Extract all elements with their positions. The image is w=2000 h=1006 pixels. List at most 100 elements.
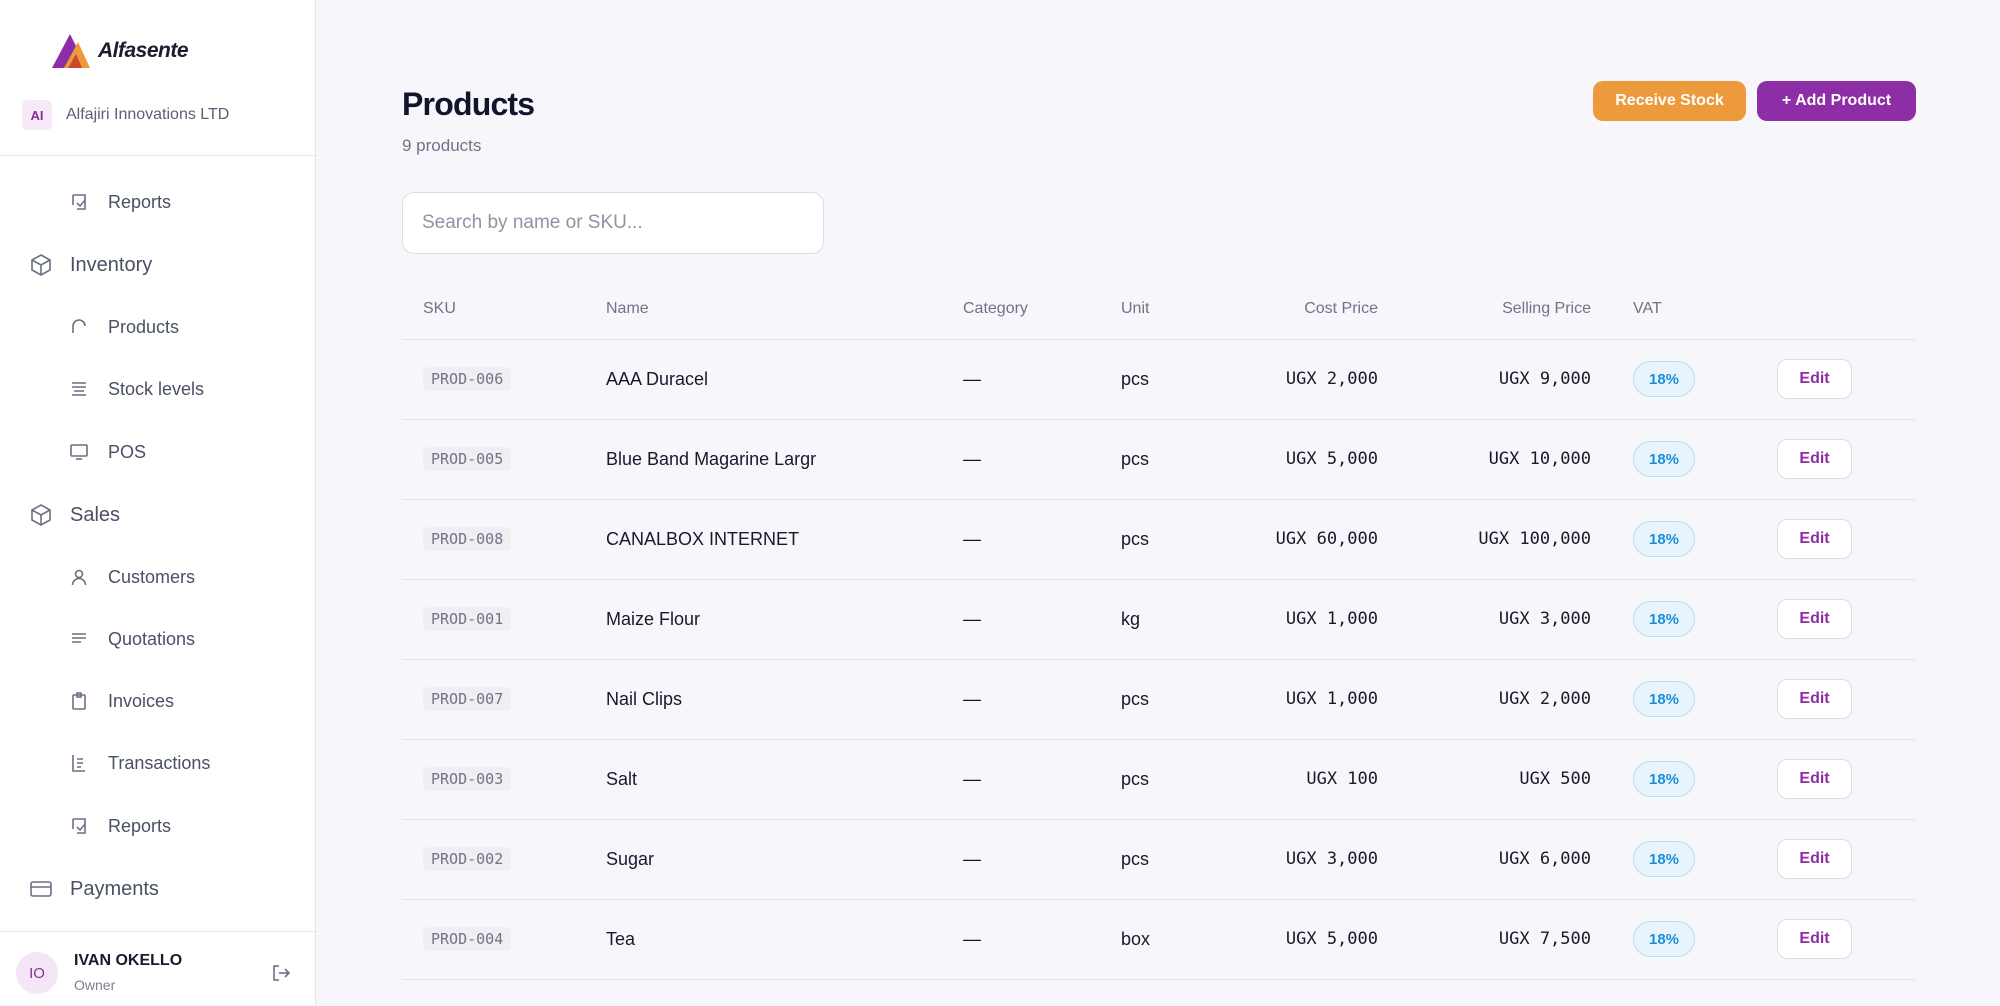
product-name: Blue Band Magarine Largr	[606, 449, 817, 469]
product-category: —	[963, 369, 981, 389]
sidebar-item-label: Quotations	[108, 628, 196, 649]
vat-badge: 18%	[1633, 921, 1695, 957]
selling-price: UGX 3,000	[1498, 609, 1591, 629]
product-name: AAA Duracel	[606, 369, 709, 389]
column-header-name[interactable]: Name	[606, 300, 649, 318]
cost-price: UGX 1,000	[1285, 689, 1378, 709]
product-category: —	[963, 769, 981, 789]
user-name: IVAN OKELLO	[74, 952, 183, 969]
vat-badge: 18%	[1633, 681, 1695, 717]
vat-badge: 18%	[1633, 601, 1695, 637]
org-name: Alfajiri Innovations LTD	[66, 106, 230, 123]
sidebar-item-label: Reports	[108, 191, 172, 212]
sidebar-item-quotations[interactable]: Quotations	[66, 626, 195, 652]
add-product-button[interactable]: + Add Product	[1757, 81, 1916, 121]
edit-button[interactable]: Edit	[1777, 919, 1852, 959]
selling-price: UGX 10,000	[1488, 449, 1591, 469]
vat-badge: 18%	[1633, 841, 1695, 877]
cost-price: UGX 100	[1306, 769, 1378, 789]
sidebar-item-sales[interactable]: Sales	[28, 502, 120, 528]
product-category: —	[963, 689, 981, 709]
cost-price: UGX 1,000	[1285, 609, 1378, 629]
table-row[interactable]: PROD-007 Nail Clips — pcs UGX 1,000 UGX 2,000…	[402, 660, 1916, 740]
sidebar-item-customers[interactable]: Customers	[66, 564, 195, 590]
sidebar-item-label: Transactions	[108, 752, 211, 773]
sidebar-item-invoices[interactable]: Invoices	[66, 688, 174, 714]
table-row[interactable]: PROD-002 Sugar — pcs UGX 3,000 UGX 6,000 18% Ed…	[402, 820, 1916, 900]
column-header-sku[interactable]: SKU	[423, 300, 456, 318]
column-header-cost-price[interactable]: Cost Price	[1304, 300, 1378, 318]
product-name: Sugar	[606, 849, 655, 869]
user-icon	[66, 564, 92, 590]
sku-badge: PROD-007	[423, 687, 512, 711]
logout-icon[interactable]	[270, 962, 294, 986]
table-row[interactable]: PROD-001 Maize Flour — kg UGX 1,000 UGX 3,000…	[402, 580, 1916, 660]
page-title: Products	[402, 86, 535, 122]
alfasente-logo-icon	[52, 34, 90, 68]
table-row[interactable]: PROD-006 AAA Duracel — pcs UGX 2,000 UGX 9,00…	[402, 340, 1916, 420]
sidebar-item-label: Stock levels	[108, 378, 205, 399]
product-unit: pcs	[1121, 769, 1150, 789]
brand-name: Alfasente	[98, 39, 189, 62]
edit-button[interactable]: Edit	[1777, 759, 1852, 799]
table-header: SKU Name Category Unit Cost Price Sellin…	[402, 282, 1916, 340]
product-unit: pcs	[1121, 529, 1150, 549]
receive-stock-button[interactable]: Receive Stock	[1593, 81, 1746, 121]
table-row[interactable]: PROD-004 Tea — box UGX 5,000 UGX 7,500 18% Edit	[402, 900, 1916, 980]
column-header-selling-price[interactable]: Selling Price	[1502, 300, 1591, 318]
sidebar-item-payments[interactable]: Payments	[28, 876, 159, 902]
edit-button[interactable]: Edit	[1777, 599, 1852, 639]
sku-badge: PROD-001	[423, 607, 512, 631]
edit-button[interactable]: Edit	[1777, 839, 1852, 879]
sidebar-item-sales-reports[interactable]: Reports	[66, 813, 171, 839]
avatar[interactable]: IO	[16, 952, 58, 994]
cost-price: UGX 60,000	[1275, 529, 1378, 549]
edit-button[interactable]: Edit	[1777, 679, 1852, 719]
sidebar-item-reports[interactable]: Reports	[66, 189, 171, 215]
sidebar: Alfasente AI Alfajiri Innovations LTD Re…	[0, 0, 316, 1005]
product-name: Nail Clips	[606, 689, 683, 709]
cost-price: UGX 2,000	[1285, 369, 1378, 389]
sku-badge: PROD-002	[423, 847, 512, 871]
product-name: Salt	[606, 769, 638, 789]
card-icon	[28, 876, 54, 902]
vat-badge: 18%	[1633, 441, 1695, 477]
org-badge: AI	[22, 100, 52, 130]
sidebar-item-label: Inventory	[70, 253, 153, 276]
sidebar-item-products[interactable]: Products	[66, 314, 179, 340]
sidebar-item-label: Sales	[70, 503, 121, 526]
column-header-category[interactable]: Category	[963, 300, 1028, 318]
sku-badge: PROD-003	[423, 767, 512, 791]
edit-button[interactable]: Edit	[1777, 359, 1852, 399]
vat-badge: 18%	[1633, 761, 1695, 797]
main-content: Products 9 products Receive Stock + Add …	[316, 0, 2000, 1005]
product-unit: kg	[1121, 609, 1141, 629]
product-unit: pcs	[1121, 849, 1150, 869]
selling-price: UGX 500	[1519, 769, 1591, 789]
edit-button[interactable]: Edit	[1777, 439, 1852, 479]
organization-switcher[interactable]: AI Alfajiri Innovations LTD	[22, 100, 229, 130]
table-row[interactable]: PROD-008 CANALBOX INTERNET — pcs UGX 60,000 U…	[402, 500, 1916, 580]
search-input[interactable]	[402, 192, 824, 254]
column-header-unit[interactable]: Unit	[1121, 300, 1149, 318]
product-name: Maize Flour	[606, 609, 701, 629]
table-row[interactable]: PROD-003 Salt — pcs UGX 100 UGX 500 18% Edit	[402, 740, 1916, 820]
table-row[interactable]: PROD-005 Blue Band Magarine Largr — pcs UGX …	[402, 420, 1916, 500]
sidebar-item-pos[interactable]: POS	[66, 439, 146, 465]
column-header-vat[interactable]: VAT	[1633, 300, 1662, 318]
product-unit: pcs	[1121, 449, 1150, 469]
product-name: CANALBOX INTERNET	[606, 529, 800, 549]
edit-button[interactable]: Edit	[1777, 519, 1852, 559]
cube-icon	[28, 502, 54, 528]
selling-price: UGX 9,000	[1498, 369, 1591, 389]
sidebar-item-transactions[interactable]: Transactions	[66, 750, 210, 776]
sidebar-item-inventory[interactable]: Inventory	[28, 252, 152, 278]
product-category: —	[963, 449, 981, 469]
brand-logo[interactable]: Alfasente	[50, 32, 189, 70]
vat-badge: 18%	[1633, 521, 1695, 557]
sidebar-item-stock-levels[interactable]: Stock levels	[66, 376, 204, 402]
product-count: 9 products	[402, 136, 482, 155]
sku-badge: PROD-005	[423, 447, 512, 471]
sku-badge: PROD-006	[423, 367, 512, 391]
sidebar-item-label: Products	[108, 316, 180, 337]
